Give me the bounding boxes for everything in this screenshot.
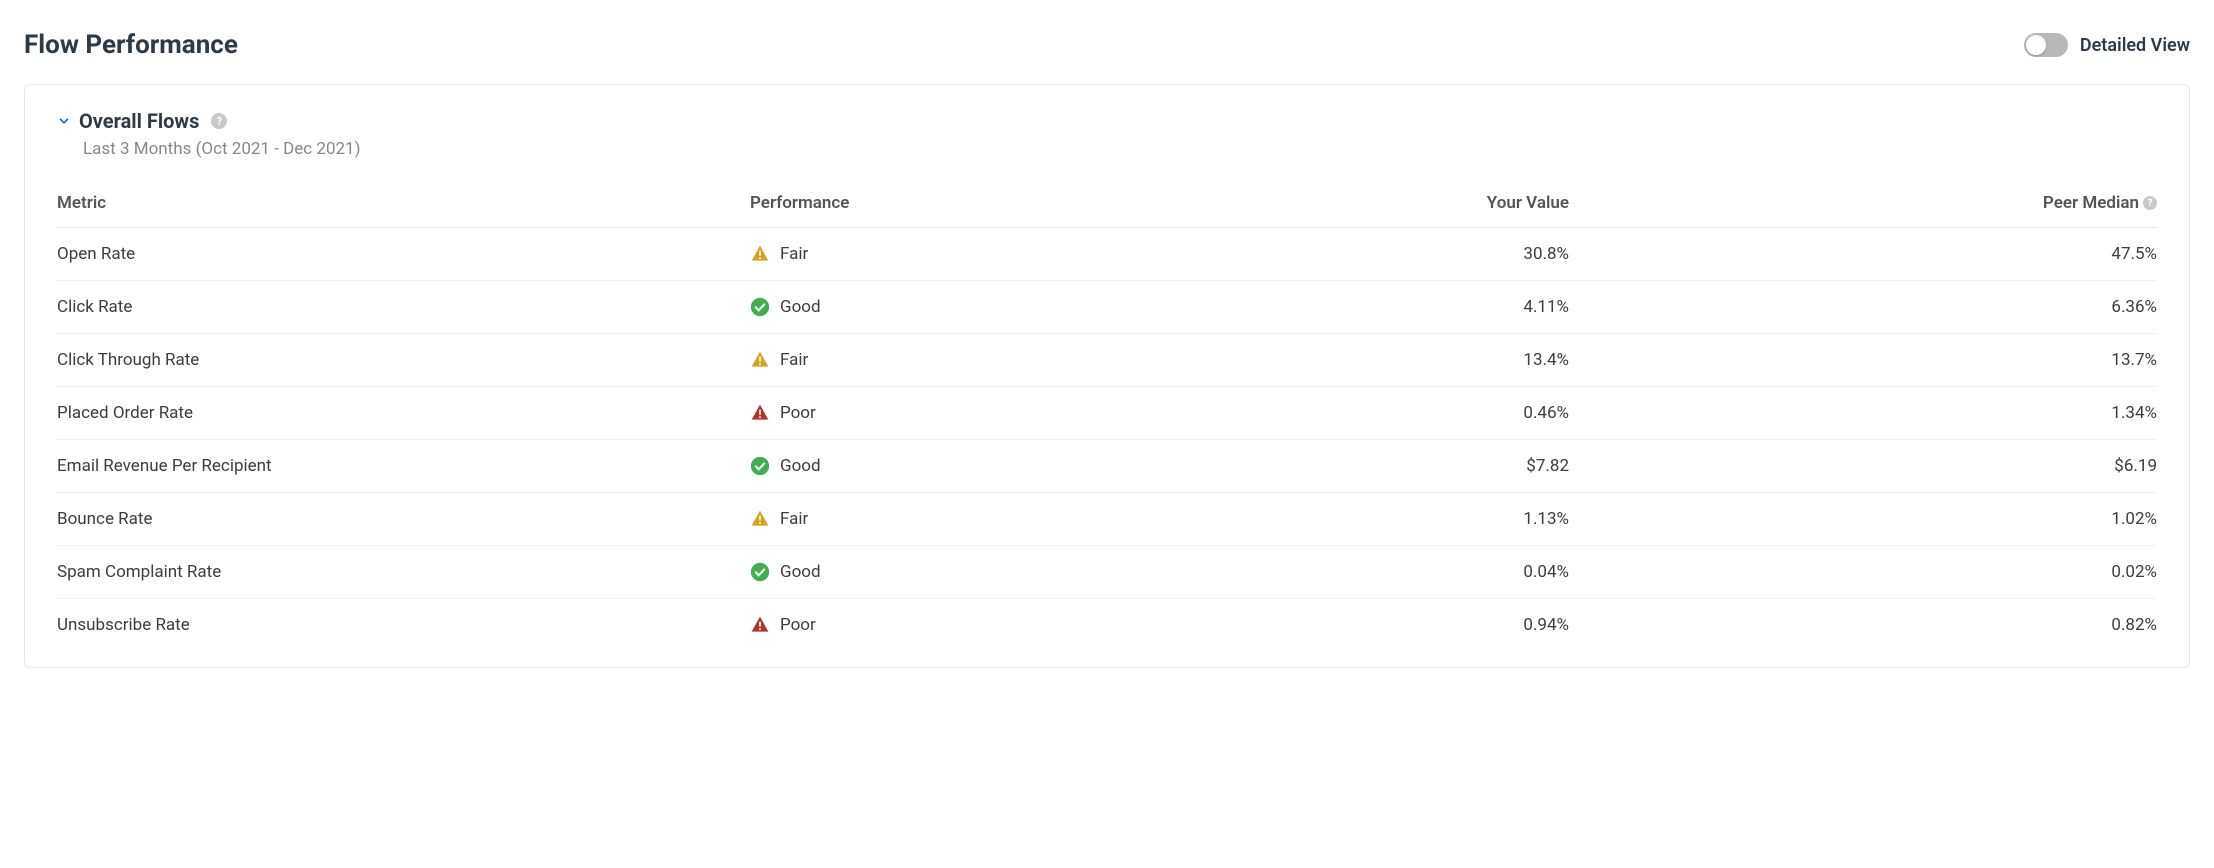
table-row: Unsubscribe Rate Poor 0.94%0.82% — [57, 599, 2157, 652]
peer-median-cell: $6.19 — [1569, 440, 2157, 493]
chevron-down-icon — [57, 114, 71, 128]
performance-cell: Good — [750, 546, 1275, 599]
col-header-your-value: Your Value — [1275, 179, 1569, 228]
detailed-view-toggle-wrap: Detailed View — [2024, 33, 2190, 57]
metric-cell: Placed Order Rate — [57, 387, 750, 440]
performance-label: Good — [780, 456, 821, 476]
performance-label: Fair — [780, 509, 808, 529]
peer-median-label: Peer Median — [2043, 193, 2139, 213]
your-value-cell: 0.94% — [1275, 599, 1569, 652]
fair-icon — [750, 244, 770, 264]
fair-icon — [750, 350, 770, 370]
overall-flows-card: Overall Flows ? Last 3 Months (Oct 2021 … — [24, 84, 2190, 668]
metric-cell: Email Revenue Per Recipient — [57, 440, 750, 493]
section-title: Overall Flows — [79, 109, 199, 133]
col-header-performance: Performance — [750, 179, 1275, 228]
performance-label: Poor — [780, 615, 816, 635]
performance-cell: Poor — [750, 599, 1275, 652]
metric-cell: Open Rate — [57, 228, 750, 281]
performance-cell: Fair — [750, 228, 1275, 281]
performance-label: Good — [780, 297, 821, 317]
table-row: Click Through Rate Fair 13.4%13.7% — [57, 334, 2157, 387]
metric-cell: Unsubscribe Rate — [57, 599, 750, 652]
fair-icon — [750, 509, 770, 529]
detailed-view-toggle[interactable] — [2024, 33, 2068, 57]
detailed-view-label: Detailed View — [2080, 35, 2190, 56]
help-icon[interactable]: ? — [2143, 196, 2157, 210]
table-row: Open Rate Fair 30.8%47.5% — [57, 228, 2157, 281]
col-header-peer-median: Peer Median ? — [1569, 179, 2157, 228]
table-row: Placed Order Rate Poor 0.46%1.34% — [57, 387, 2157, 440]
metric-cell: Click Rate — [57, 281, 750, 334]
table-row: Email Revenue Per Recipient Good $7.82$6.1… — [57, 440, 2157, 493]
metric-cell: Click Through Rate — [57, 334, 750, 387]
performance-cell: Good — [750, 440, 1275, 493]
col-header-metric: Metric — [57, 179, 750, 228]
your-value-cell: 4.11% — [1275, 281, 1569, 334]
metric-cell: Spam Complaint Rate — [57, 546, 750, 599]
good-icon — [750, 562, 770, 582]
section-header[interactable]: Overall Flows ? — [57, 109, 2157, 133]
your-value-cell: 13.4% — [1275, 334, 1569, 387]
performance-label: Poor — [780, 403, 816, 423]
good-icon — [750, 456, 770, 476]
performance-label: Fair — [780, 244, 808, 264]
your-value-cell: 30.8% — [1275, 228, 1569, 281]
peer-median-cell: 47.5% — [1569, 228, 2157, 281]
table-row: Spam Complaint Rate Good 0.04%0.02% — [57, 546, 2157, 599]
performance-cell: Fair — [750, 334, 1275, 387]
performance-cell: Fair — [750, 493, 1275, 546]
table-row: Bounce Rate Fair 1.13%1.02% — [57, 493, 2157, 546]
metrics-table: Metric Performance Your Value Peer Media… — [57, 179, 2157, 651]
good-icon — [750, 297, 770, 317]
your-value-cell: 1.13% — [1275, 493, 1569, 546]
metric-cell: Bounce Rate — [57, 493, 750, 546]
peer-median-cell: 0.82% — [1569, 599, 2157, 652]
table-row: Click Rate Good 4.11%6.36% — [57, 281, 2157, 334]
poor-icon — [750, 615, 770, 635]
peer-median-cell: 0.02% — [1569, 546, 2157, 599]
peer-median-cell: 1.02% — [1569, 493, 2157, 546]
your-value-cell: 0.46% — [1275, 387, 1569, 440]
poor-icon — [750, 403, 770, 423]
page-title: Flow Performance — [24, 30, 238, 60]
performance-label: Fair — [780, 350, 808, 370]
toggle-knob — [2026, 35, 2046, 55]
performance-cell: Good — [750, 281, 1275, 334]
peer-median-cell: 13.7% — [1569, 334, 2157, 387]
your-value-cell: 0.04% — [1275, 546, 1569, 599]
section-subtitle: Last 3 Months (Oct 2021 - Dec 2021) — [83, 139, 2157, 159]
your-value-cell: $7.82 — [1275, 440, 1569, 493]
performance-label: Good — [780, 562, 821, 582]
peer-median-cell: 1.34% — [1569, 387, 2157, 440]
performance-cell: Poor — [750, 387, 1275, 440]
peer-median-cell: 6.36% — [1569, 281, 2157, 334]
help-icon[interactable]: ? — [211, 113, 227, 129]
